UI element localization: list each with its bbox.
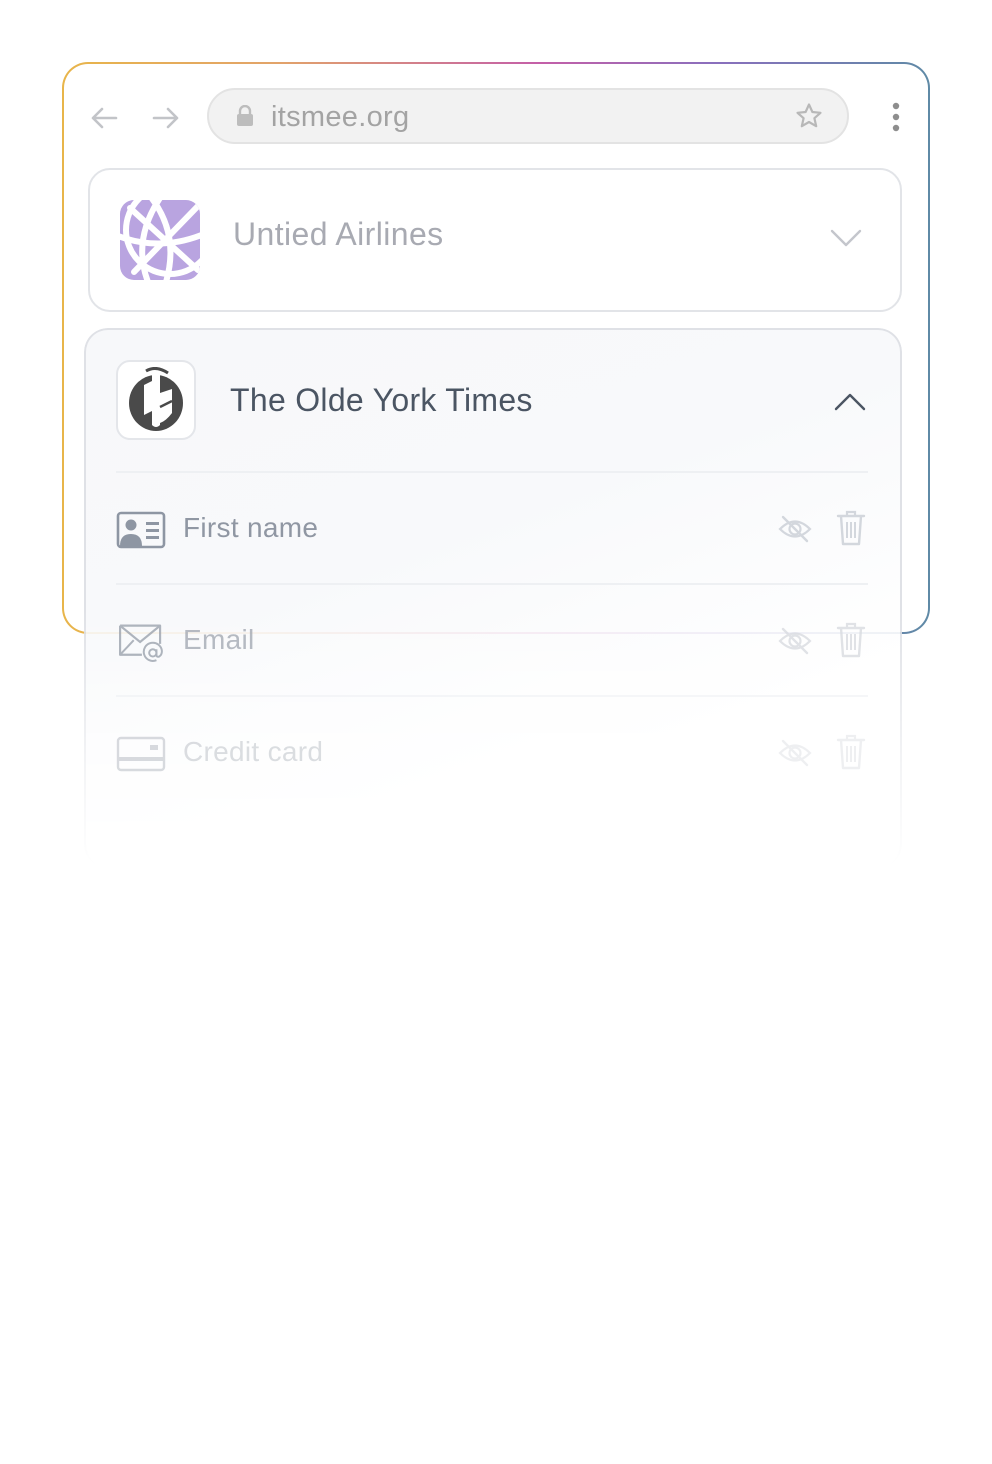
account-card-times[interactable]: The Olde York Times First name Email Cre… [84, 328, 902, 868]
arrow-right-icon [152, 107, 179, 129]
field-label: Credit card [183, 736, 324, 767]
credit-card-icon [116, 736, 166, 772]
field-label: Email [183, 624, 255, 655]
field-row-first-name[interactable]: First name [116, 500, 868, 560]
field-row-credit-card[interactable]: Credit card [116, 724, 868, 784]
trash-icon[interactable] [836, 734, 866, 770]
lock-icon [237, 105, 253, 126]
divider [116, 471, 868, 473]
star-icon[interactable] [795, 102, 823, 130]
arrow-left-icon [91, 107, 118, 129]
divider [116, 583, 868, 585]
newspaper-logo-icon [116, 360, 196, 440]
trash-icon[interactable] [836, 510, 866, 546]
eye-off-icon[interactable] [778, 626, 812, 656]
account-name: Untied Airlines [233, 216, 444, 252]
back-button[interactable] [88, 102, 120, 134]
field-row-email[interactable]: Email [116, 612, 868, 672]
browser-toolbar: itsmee.org [64, 64, 928, 172]
more-vertical-icon[interactable] [892, 102, 900, 132]
account-card-airlines[interactable]: Untied Airlines [88, 168, 902, 312]
trash-icon[interactable] [836, 622, 866, 658]
id-card-icon [116, 511, 166, 549]
divider [116, 695, 868, 697]
chevron-down-icon[interactable] [830, 228, 862, 248]
stage: itsmee.org Untied Airlines The Olde York… [0, 0, 992, 1464]
url-text[interactable]: itsmee.org [271, 90, 409, 142]
forward-button[interactable] [150, 102, 182, 134]
address-bar[interactable]: itsmee.org [207, 88, 849, 144]
globe-logo-icon [120, 200, 200, 280]
field-label: First name [183, 512, 319, 543]
eye-off-icon[interactable] [778, 738, 812, 768]
email-at-icon [118, 624, 163, 662]
eye-off-icon[interactable] [778, 514, 812, 544]
account-name: The Olde York Times [230, 382, 533, 418]
chevron-up-icon[interactable] [834, 392, 866, 412]
